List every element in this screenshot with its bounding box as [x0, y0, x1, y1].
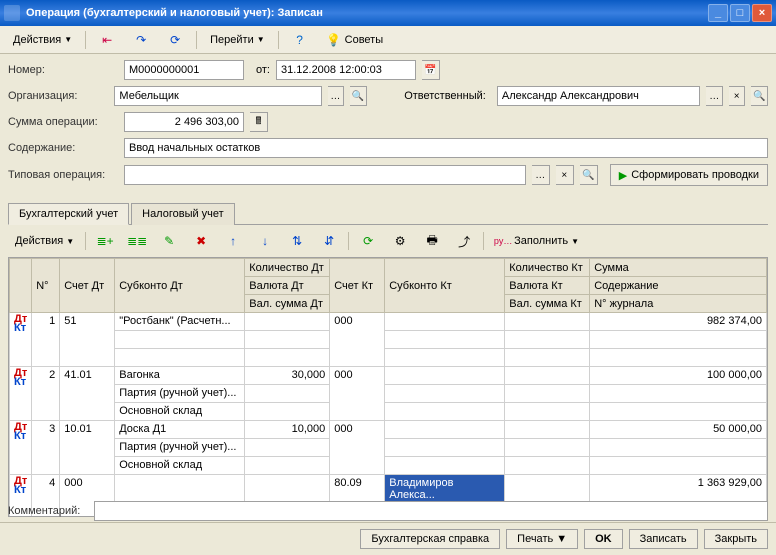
content-label: Содержание:: [8, 142, 118, 154]
resp-input[interactable]: [497, 86, 701, 106]
calc-icon[interactable]: 🖩: [250, 112, 268, 132]
table-row[interactable]: ДтКт 1 51 "Ростбанк" (Расчетн... 000 982…: [10, 313, 767, 331]
typop-input[interactable]: [124, 165, 526, 185]
add-row-icon[interactable]: ≣+: [90, 229, 120, 253]
sum-label: Сумма операции:: [8, 116, 118, 128]
nav-back-icon[interactable]: ⇤: [92, 28, 122, 52]
maximize-button[interactable]: □: [730, 4, 750, 22]
print-button[interactable]: Печать▼: [506, 529, 578, 549]
help-icon[interactable]: ?: [285, 28, 315, 52]
content-input[interactable]: [124, 138, 768, 158]
col-valkt[interactable]: Валюта Кт: [505, 277, 590, 295]
resp-select-icon[interactable]: …: [706, 86, 723, 106]
date-input[interactable]: [276, 60, 416, 80]
table-row[interactable]: Основной склад: [10, 457, 767, 475]
postings-grid[interactable]: N° Счет Дт Субконто Дт Количество Дт Сче…: [8, 257, 768, 517]
col-subdt[interactable]: Субконто Дт: [115, 259, 245, 313]
edit-row-icon[interactable]: ✎: [154, 229, 184, 253]
accounting-ref-button[interactable]: Бухгалтерская справка: [360, 529, 500, 549]
number-label: Номер:: [8, 64, 118, 76]
typop-label: Типовая операция:: [8, 169, 118, 181]
main-toolbar: Действия▼ ⇤ ↷ ⟳ Перейти▼ ? 💡Советы: [0, 26, 776, 54]
table-row[interactable]: Партия (ручной учет)...: [10, 439, 767, 457]
close-form-button[interactable]: Закрыть: [704, 529, 768, 549]
table-row[interactable]: [10, 349, 767, 367]
app-icon: [4, 5, 20, 21]
comment-input[interactable]: [94, 501, 768, 521]
delete-row-icon[interactable]: ✖: [186, 229, 216, 253]
actions-menu[interactable]: Действия▼: [6, 30, 79, 50]
title-bar: Операция (бухгалтерский и налоговый учет…: [0, 0, 776, 26]
org-open-icon[interactable]: 🔍: [350, 86, 367, 106]
print-grid-icon[interactable]: 🖶: [417, 229, 447, 253]
refresh-icon[interactable]: ⟳: [160, 28, 190, 52]
col-schkt[interactable]: Счет Кт: [330, 259, 385, 313]
table-row[interactable]: ДтКт 3 10.01 Доска Д110,000 000 50 000,0…: [10, 421, 767, 439]
col-valdt[interactable]: Валюта Дт: [245, 277, 330, 295]
save-button[interactable]: Записать: [629, 529, 698, 549]
export-icon[interactable]: ⤴: [449, 229, 479, 253]
tab-tax[interactable]: Налоговый учет: [131, 203, 235, 225]
resp-clear-icon[interactable]: ×: [729, 86, 746, 106]
settings-icon[interactable]: ⚙: [385, 229, 415, 253]
typop-clear-icon[interactable]: ×: [556, 165, 574, 185]
comment-label: Комментарий:: [8, 505, 88, 517]
col-qtydt[interactable]: Количество Дт: [245, 259, 330, 277]
typop-open-icon[interactable]: 🔍: [580, 165, 598, 185]
col-vskt[interactable]: Вал. сумма Кт: [505, 295, 590, 313]
col-sum[interactable]: Сумма: [590, 259, 767, 277]
nav-fwd-icon[interactable]: ↷: [126, 28, 156, 52]
from-label: от:: [256, 64, 270, 76]
org-input[interactable]: [114, 86, 321, 106]
sort-desc-icon[interactable]: ⇵: [314, 229, 344, 253]
col-vsdt[interactable]: Вал. сумма Дт: [245, 295, 330, 313]
copy-row-icon[interactable]: ≣≣: [122, 229, 152, 253]
table-row[interactable]: ДтКт 4 000 80.09 Владимиров Алекса...1 3…: [10, 475, 767, 504]
tab-accounting[interactable]: Бухгалтерский учет: [8, 203, 129, 225]
tips-button[interactable]: 💡Советы: [319, 28, 390, 52]
resp-open-icon[interactable]: 🔍: [751, 86, 768, 106]
org-select-icon[interactable]: …: [328, 86, 345, 106]
table-row[interactable]: [10, 331, 767, 349]
table-row[interactable]: ДтКт 2 41.01 Вагонка30,000 000 100 000,0…: [10, 367, 767, 385]
number-input[interactable]: [124, 60, 244, 80]
col-cont[interactable]: Содержание: [590, 277, 767, 295]
calendar-icon[interactable]: 📅: [422, 60, 440, 80]
col-subkt[interactable]: Субконто Кт: [385, 259, 505, 313]
resp-label: Ответственный:: [404, 90, 491, 102]
col-jrn[interactable]: N° журнала: [590, 295, 767, 313]
ok-button[interactable]: OK: [584, 529, 623, 549]
move-down-icon[interactable]: ↓: [250, 229, 280, 253]
typop-select-icon[interactable]: …: [532, 165, 550, 185]
goto-menu[interactable]: Перейти▼: [203, 30, 272, 50]
table-row[interactable]: Партия (ручной учет)...: [10, 385, 767, 403]
col-n[interactable]: N°: [32, 259, 60, 313]
col-schdt[interactable]: Счет Дт: [60, 259, 115, 313]
sum-input[interactable]: [124, 112, 244, 132]
close-button[interactable]: ×: [752, 4, 772, 22]
window-title: Операция (бухгалтерский и налоговый учет…: [26, 7, 708, 19]
sort-asc-icon[interactable]: ⇅: [282, 229, 312, 253]
fill-button[interactable]: ру…Заполнить▼: [488, 229, 586, 253]
minimize-button[interactable]: _: [708, 4, 728, 22]
col-qtykt[interactable]: Количество Кт: [505, 259, 590, 277]
form-postings-button[interactable]: ▶Сформировать проводки: [610, 164, 768, 186]
table-row[interactable]: Основной склад: [10, 403, 767, 421]
org-label: Организация:: [8, 90, 108, 102]
grid-toolbar: Действия▼ ≣+ ≣≣ ✎ ✖ ↑ ↓ ⇅ ⇵ ⟳ ⚙ 🖶 ⤴ ру…З…: [0, 225, 776, 257]
grid-actions-menu[interactable]: Действия▼: [8, 231, 81, 251]
refresh-grid-icon[interactable]: ⟳: [353, 229, 383, 253]
move-up-icon[interactable]: ↑: [218, 229, 248, 253]
